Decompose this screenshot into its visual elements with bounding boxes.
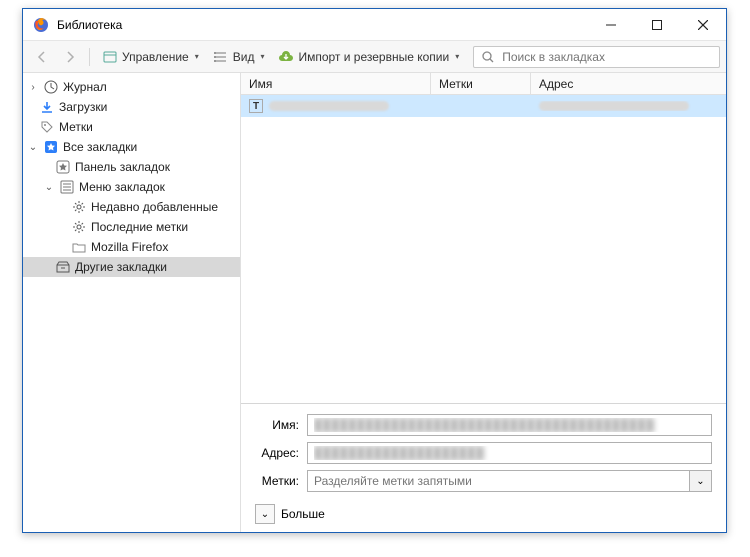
star-outline-icon bbox=[55, 159, 71, 175]
forward-button[interactable] bbox=[57, 45, 83, 69]
gear-icon bbox=[71, 199, 87, 215]
more-toggle-button[interactable]: ⌄ bbox=[255, 504, 275, 524]
tree-label: Загрузки bbox=[59, 100, 107, 114]
tree-label: Другие закладки bbox=[75, 260, 167, 274]
details-address-label: Адрес: bbox=[255, 446, 299, 460]
view-label: Вид bbox=[233, 50, 255, 64]
tree-item-other-bookmarks[interactable]: Другие закладки bbox=[23, 257, 240, 277]
tree-label: Метки bbox=[59, 120, 93, 134]
minimize-button[interactable] bbox=[588, 9, 634, 41]
tree-label: Журнал bbox=[63, 80, 107, 94]
tree-label: Последние метки bbox=[91, 220, 188, 234]
import-icon bbox=[278, 49, 294, 65]
folder-icon bbox=[71, 239, 87, 255]
tree-item-recently-added[interactable]: Недавно добавленные bbox=[23, 197, 240, 217]
item-name-redacted bbox=[269, 101, 389, 111]
tree-item-recent-tags[interactable]: Последние метки bbox=[23, 217, 240, 237]
tree-item-bookmarks-menu[interactable]: ⌄ Меню закладок bbox=[23, 177, 240, 197]
details-tags-input[interactable] bbox=[307, 470, 690, 492]
search-icon bbox=[480, 49, 496, 65]
drawer-icon bbox=[55, 259, 71, 275]
tree-item-mozilla-firefox[interactable]: Mozilla Firefox bbox=[23, 237, 240, 257]
manage-menu[interactable]: Управление ▾ bbox=[96, 45, 205, 69]
tree-item-tags[interactable]: Метки bbox=[23, 117, 240, 137]
star-icon bbox=[43, 139, 59, 155]
details-panel: Имя: Адрес: Метки: bbox=[241, 403, 726, 532]
download-icon bbox=[39, 99, 55, 115]
tree-label: Панель закладок bbox=[75, 160, 170, 174]
chevron-down-icon: ▾ bbox=[455, 52, 459, 61]
list-item[interactable]: T bbox=[241, 95, 726, 117]
import-menu[interactable]: Импорт и резервные копии ▾ bbox=[272, 45, 465, 69]
menu-icon bbox=[59, 179, 75, 195]
chevron-down-icon: ▾ bbox=[195, 52, 199, 61]
column-tags[interactable]: Метки bbox=[431, 73, 531, 94]
collapse-icon[interactable]: ⌄ bbox=[43, 182, 55, 193]
tree-item-journal[interactable]: › Журнал bbox=[23, 77, 240, 97]
expand-icon[interactable]: › bbox=[27, 82, 39, 93]
clock-icon bbox=[43, 79, 59, 95]
manage-icon bbox=[102, 49, 118, 65]
view-icon bbox=[213, 49, 229, 65]
details-name-input[interactable] bbox=[307, 414, 712, 436]
tag-icon bbox=[39, 119, 55, 135]
sidebar-tree: › Журнал Загрузки Метки ⌄ Все закладки bbox=[23, 73, 241, 532]
favicon-letter-icon: T bbox=[249, 99, 263, 113]
chevron-down-icon: ⌄ bbox=[261, 509, 269, 520]
gear-icon bbox=[71, 219, 87, 235]
import-label: Импорт и резервные копии bbox=[298, 50, 449, 64]
main-pane: Имя Метки Адрес T bbox=[241, 73, 726, 532]
titlebar: Библиотека bbox=[23, 9, 726, 41]
tags-dropdown-button[interactable]: ⌄ bbox=[690, 470, 712, 492]
column-address[interactable]: Адрес bbox=[531, 73, 726, 94]
toolbar: Управление ▾ Вид ▾ Импорт и резервные ко… bbox=[23, 41, 726, 73]
separator bbox=[89, 48, 90, 66]
details-address-input[interactable] bbox=[307, 442, 712, 464]
tree-label: Недавно добавленные bbox=[91, 200, 218, 214]
column-name[interactable]: Имя bbox=[241, 73, 431, 94]
details-name-label: Имя: bbox=[255, 418, 299, 432]
more-label: Больше bbox=[281, 507, 325, 521]
bookmark-list[interactable]: T bbox=[241, 95, 726, 403]
tree-label: Все закладки bbox=[63, 140, 137, 154]
chevron-down-icon: ▾ bbox=[260, 52, 264, 61]
tree-item-toolbar-panel[interactable]: Панель закладок bbox=[23, 157, 240, 177]
collapse-icon[interactable]: ⌄ bbox=[27, 142, 39, 153]
view-menu[interactable]: Вид ▾ bbox=[207, 45, 271, 69]
manage-label: Управление bbox=[122, 50, 189, 64]
tree-item-all-bookmarks[interactable]: ⌄ Все закладки bbox=[23, 137, 240, 157]
details-tags-label: Метки: bbox=[255, 474, 299, 488]
tree-item-downloads[interactable]: Загрузки bbox=[23, 97, 240, 117]
firefox-icon bbox=[33, 17, 49, 33]
search-box[interactable] bbox=[473, 46, 720, 68]
chevron-down-icon: ⌄ bbox=[696, 476, 704, 487]
close-button[interactable] bbox=[680, 9, 726, 41]
window-title: Библиотека bbox=[57, 18, 588, 32]
tree-label: Меню закладок bbox=[79, 180, 165, 194]
tree-label: Mozilla Firefox bbox=[91, 240, 168, 254]
item-address-redacted bbox=[539, 101, 689, 111]
back-button[interactable] bbox=[29, 45, 55, 69]
library-window: Библиотека Управление ▾ Вид ▾ Импорт и р bbox=[22, 8, 727, 533]
maximize-button[interactable] bbox=[634, 9, 680, 41]
column-headers: Имя Метки Адрес bbox=[241, 73, 726, 95]
search-input[interactable] bbox=[502, 50, 713, 64]
